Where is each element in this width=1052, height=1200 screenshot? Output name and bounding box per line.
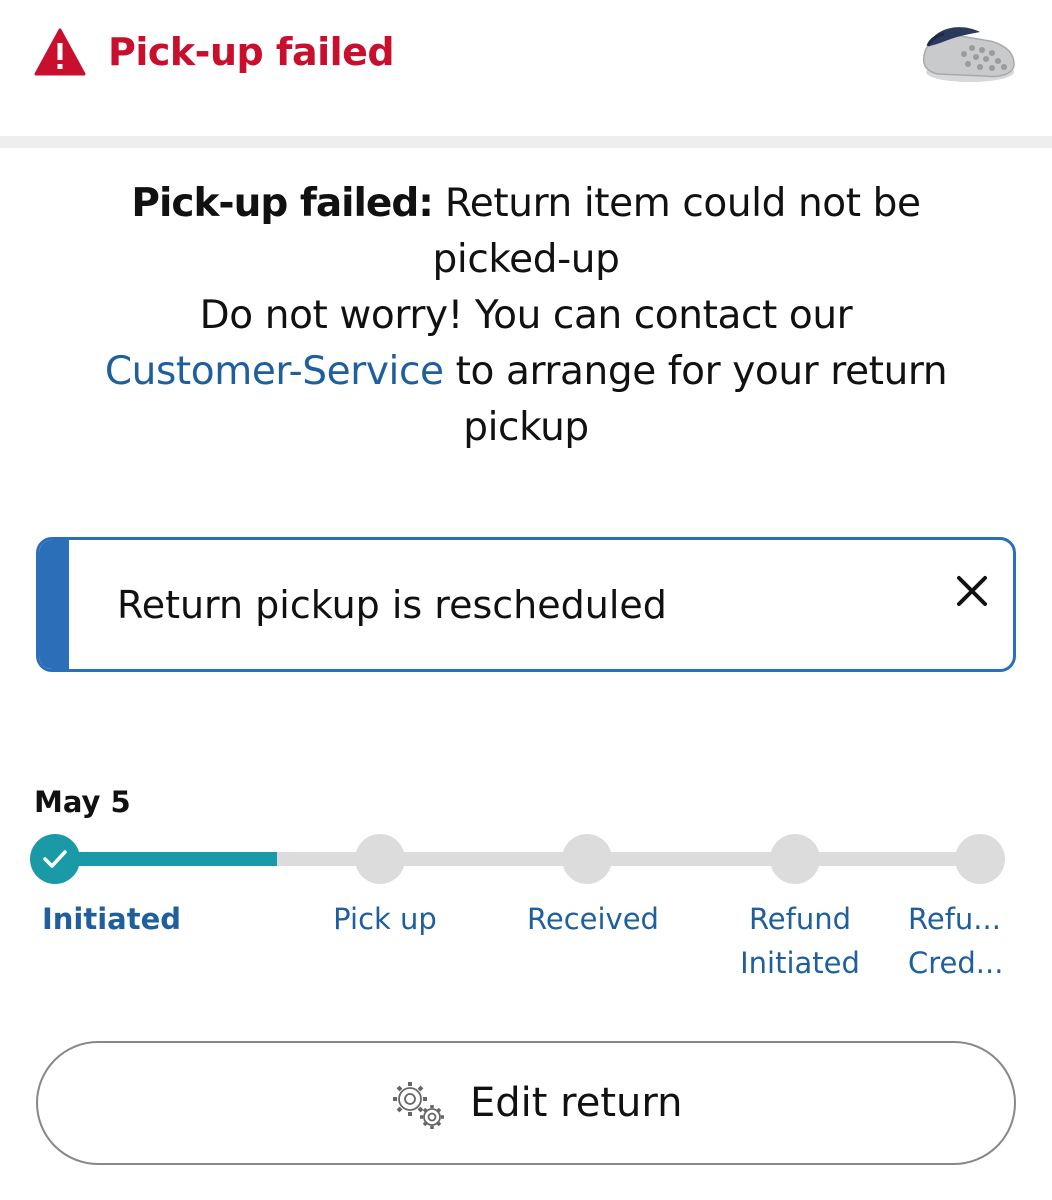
banner-accent-bar	[39, 540, 69, 669]
failure-message: Pick-up failed: Return item could not be…	[60, 176, 992, 456]
close-icon[interactable]	[947, 566, 997, 616]
edit-return-button[interactable]: Edit return	[36, 1041, 1016, 1165]
step-label-pick-up: Pick up	[333, 902, 437, 936]
initiated-date: May 5	[34, 785, 131, 819]
customer-service-link[interactable]: Customer-Service	[105, 349, 444, 394]
info-banner: Return pickup is rescheduled	[36, 537, 1016, 672]
section-divider	[0, 136, 1052, 148]
step-label-initiated: Initiated	[42, 902, 182, 936]
warning-triangle-icon	[34, 28, 86, 76]
checkmark-icon	[43, 850, 67, 868]
reassurance-text-end: to arrange for your return pickup	[455, 349, 948, 450]
step-dot-refund-credited	[955, 834, 1005, 884]
edit-return-label: Edit return	[470, 1080, 683, 1126]
step-label-refund-credited: Refu... Cred...	[908, 902, 1004, 980]
banner-message: Return pickup is rescheduled	[117, 583, 667, 627]
step-label-received: Received	[527, 902, 659, 936]
product-thumbnail[interactable]	[914, 10, 1020, 94]
step-dot-refund-initiated	[770, 834, 820, 884]
step-label-refund-initiated: Refund Initiated	[740, 902, 860, 980]
reassurance-text: Do not worry! You can contact our	[199, 293, 853, 338]
progress-fill	[55, 852, 277, 866]
step-dot-initiated	[30, 834, 80, 884]
header: Pick-up failed	[0, 0, 1052, 136]
step-dot-pick-up	[355, 834, 405, 884]
step-dot-received	[562, 834, 612, 884]
failure-reason: Return item could not be picked-up	[432, 181, 921, 282]
page-title: Pick-up failed	[108, 30, 395, 74]
return-progress-tracker: Initiated Pick up Received Refund Initia…	[0, 820, 1052, 990]
gears-icon	[393, 1082, 444, 1129]
failure-label: Pick-up failed:	[131, 181, 433, 226]
